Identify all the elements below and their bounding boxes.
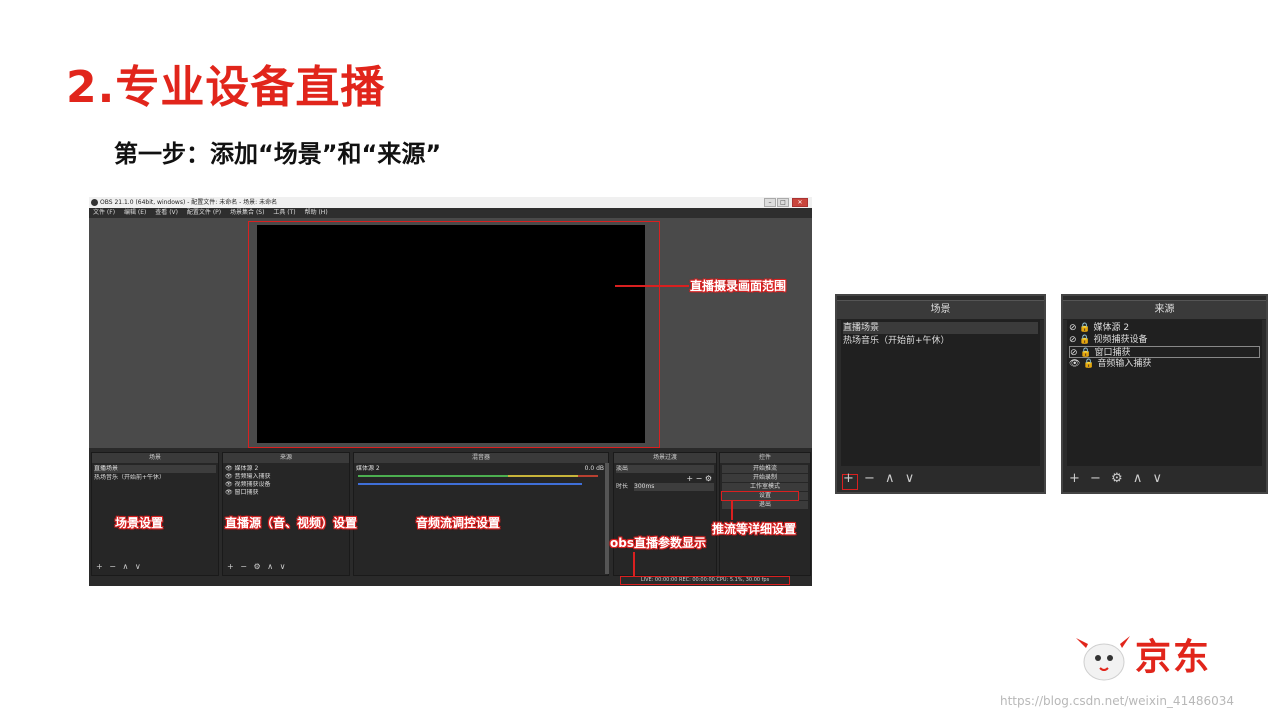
scene-panel-toolbar[interactable]: + − ∧ ∨ [843,471,917,487]
sources-dock: 来源 👁 媒体源 2 👁 音频输入捕获 👁 视频捕获设备 👁 窗口捕获 + − … [222,452,350,576]
obs-titlebar: OBS 21.1.0 (64bit, windows) - 配置文件: 未命名 … [89,197,812,208]
status-readout: LIVE: 00:00:00 REC: 00:00:00 CPU: 5.1%, … [620,576,790,585]
eye-icon[interactable]: 👁 [225,473,235,480]
eye-slash-icon[interactable]: ⊘ 🔒 [1070,348,1094,358]
annotation-scenes: 场景设置 [115,516,164,530]
scenes-dock: 场景 直播场景 热场音乐（开始前+午休） + − ∧ ∨ [91,452,219,576]
exit-button[interactable]: 退出 [722,501,808,509]
source-label: 窗口捕获 [234,489,259,496]
watermark: https://blog.csdn.net/weixin_41486034 [1000,694,1235,708]
annotation-mixer: 音频流调控设置 [416,516,501,530]
annotation-preview: 直播摄录画面范围 [690,279,787,293]
eye-icon[interactable]: 👁 [225,489,235,496]
close-icon[interactable]: ✕ [792,198,808,207]
scenes-toolbar[interactable]: + − ∧ ∨ [96,562,143,572]
sources-toolbar[interactable]: + − ⚙ ∧ ∨ [227,562,287,572]
scene-list-item[interactable]: 直播场景 [843,322,1038,334]
menu-tools[interactable]: 工具 (T) [273,209,295,216]
source-list-item[interactable]: 👁 🔒 音频输入捕获 [1069,358,1260,370]
scene-panel: 场景 直播场景 热场音乐（开始前+午休） + − ∧ ∨ [835,294,1046,494]
mixer-meter-yellow [508,475,578,477]
transition-select[interactable]: 淡出 [616,465,714,473]
source-panel-header: 来源 [1063,300,1266,320]
source-list-item[interactable]: ⊘ 🔒 媒体源 2 [1069,322,1260,334]
source-label: 音频输入捕获 [234,473,271,480]
jd-brand-text: 京东 [1135,637,1212,678]
annotation-status: obs直播参数显示 [610,536,706,550]
annotation-controls: 推流等详细设置 [712,522,797,536]
maximize-icon[interactable]: □ [777,198,789,207]
obs-window-title: OBS 21.1.0 (64bit, windows) - 配置文件: 未命名 … [100,199,278,206]
transitions-dock: 场景过渡 淡出 + − ⚙ 时长 300ms [613,452,717,576]
start-recording-button[interactable]: 开始录制 [722,474,808,482]
mixer-channel-name: 媒体源 2 [356,465,380,472]
source-item[interactable]: 👁 视频捕获设备 [225,481,347,489]
duration-input[interactable]: 300ms [634,483,714,491]
eye-icon[interactable]: 👁 [225,465,235,472]
menu-scene-collection[interactable]: 场景集合 (S) [230,209,264,216]
scene-panel-header: 场景 [837,300,1044,320]
obs-menubar: 文件 (F) 编辑 (E) 查看 (V) 配置文件 (P) 场景集合 (S) 工… [89,208,812,218]
source-list-label: 媒体源 2 [1093,323,1130,333]
transitions-dock-header: 场景过渡 [614,453,716,463]
transition-add-remove[interactable]: + − ⚙ [682,475,712,483]
scene-item[interactable]: 热场音乐（开始前+午休） [94,474,216,482]
menu-view[interactable]: 查看 (V) [155,209,178,216]
menu-help[interactable]: 帮助 (H) [305,209,328,216]
source-panel-toolbar[interactable]: + − ⚙ ∧ ∨ [1069,471,1165,487]
source-list-label: 窗口捕获 [1094,348,1131,358]
menu-profile[interactable]: 配置文件 (P) [187,209,221,216]
source-item[interactable]: 👁 窗口捕获 [225,489,347,497]
menu-file[interactable]: 文件 (F) [93,209,115,216]
mixer-meter-green [358,475,508,477]
menu-edit[interactable]: 编辑 (E) [124,209,146,216]
eye-slash-icon[interactable]: ⊘ 🔒 [1069,335,1093,345]
source-label: 视频捕获设备 [234,481,271,488]
source-list-label: 视频捕获设备 [1093,335,1148,345]
source-item[interactable]: 👁 媒体源 2 [225,465,347,473]
duration-label: 时长 [616,483,629,490]
eye-icon[interactable]: 👁 [225,481,235,488]
mixer-meter-red [578,475,598,477]
source-list: ⊘ 🔒 媒体源 2 ⊘ 🔒 视频捕获设备 ⊘ 🔒 窗口捕获 👁 🔒 音频输入捕获 [1067,320,1262,466]
source-list-label: 音频输入捕获 [1097,359,1152,369]
slide-title: 2.专业设备直播 [66,62,386,113]
source-label: 媒体源 2 [234,465,259,472]
obs-logo-icon [91,199,98,206]
scene-item[interactable]: 直播场景 [94,465,216,473]
eye-slash-icon[interactable]: ⊘ 🔒 [1069,323,1093,333]
scene-list: 直播场景 热场音乐（开始前+午休） [841,320,1040,466]
annotation-sources: 直播源（音、视频）设置 [225,516,358,530]
mixer-dock-header: 混音器 [354,453,608,463]
mixer-dock: 混音器 媒体源 2 0.0 dB [353,452,609,576]
preview-pointer-line [615,285,689,287]
source-list-item[interactable]: ⊘ 🔒 视频捕获设备 [1069,334,1260,346]
scenes-dock-header: 场景 [92,453,218,463]
status-pointer-line [633,552,635,577]
preview-highlight-box [248,221,660,448]
sources-dock-header: 来源 [223,453,349,463]
mixer-level: 0.0 dB [584,465,604,472]
source-item[interactable]: 👁 音频输入捕获 [225,473,347,481]
volume-slider[interactable] [358,483,582,485]
eye-icon[interactable]: 👁 🔒 [1069,359,1097,369]
controls-dock-header: 控件 [720,453,810,463]
start-streaming-button[interactable]: 开始推流 [722,465,808,473]
controls-pointer-line [731,500,733,520]
mixer-scrollbar[interactable] [605,463,609,574]
step-heading: 第一步：添加“场景”和“来源” [114,140,442,168]
scene-list-item[interactable]: 热场音乐（开始前+午休） [843,335,1038,347]
studio-mode-button[interactable]: 工作室模式 [722,483,808,491]
source-list-item[interactable]: ⊘ 🔒 窗口捕获 [1069,346,1260,358]
minimize-icon[interactable]: – [764,198,776,207]
source-panel: 来源 ⊘ 🔒 媒体源 2 ⊘ 🔒 视频捕获设备 ⊘ 🔒 窗口捕获 👁 🔒 音频输… [1061,294,1268,494]
